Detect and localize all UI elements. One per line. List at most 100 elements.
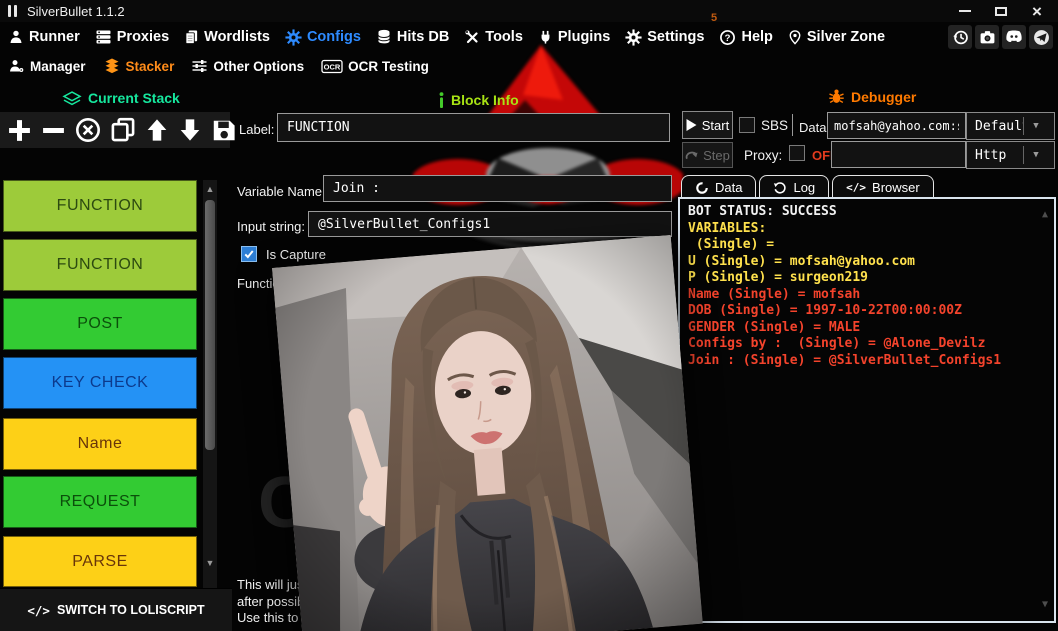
add-block-button[interactable]	[7, 118, 32, 143]
menu-proxies[interactable]: Proxies	[95, 29, 169, 45]
delete-block-button[interactable]	[75, 117, 101, 143]
submenu-stacker[interactable]: Stacker	[103, 58, 174, 74]
step-arrow-icon	[685, 151, 698, 160]
tab-label: Log	[793, 180, 816, 195]
stack-block-function[interactable]: FUNCTION	[3, 180, 197, 232]
start-button[interactable]: Start	[682, 111, 733, 139]
proxy-caption: Proxy:	[744, 148, 783, 163]
remove-block-button[interactable]	[41, 118, 66, 143]
debugger-title: Debugger	[851, 88, 917, 105]
menu-hits-db[interactable]: Hits DB	[376, 29, 449, 45]
console-scroll-up-icon[interactable]: ▲	[1042, 207, 1048, 224]
menu-label: Settings	[647, 29, 705, 45]
menu-runner[interactable]: Runner	[8, 29, 80, 45]
tab-data[interactable]: Data	[681, 175, 757, 199]
stack-block-name[interactable]: Name	[3, 418, 197, 470]
menu-label: Hits DB	[396, 29, 450, 45]
menu-wordlists[interactable]: Wordlists	[184, 29, 270, 45]
stack-block-function[interactable]: FUNCTION	[3, 239, 197, 291]
scroll-up-icon[interactable]: ▲	[203, 182, 217, 196]
stack-block-post[interactable]: POST	[3, 298, 197, 350]
sbs-label: SBS	[761, 118, 789, 133]
title-bar: SilverBullet 1.1.2 ×	[0, 0, 1058, 22]
tab-log[interactable]: Log	[759, 175, 830, 199]
move-up-button[interactable]	[145, 118, 169, 142]
label-input[interactable]	[277, 113, 670, 142]
console-line: U (Single) = mofsah@yahoo.com	[688, 253, 915, 269]
tab-browser[interactable]: </> Browser	[832, 175, 934, 199]
proxy-type-dropdown[interactable]: Http ▼	[966, 141, 1055, 169]
current-stack-header: Current Stack	[62, 90, 180, 106]
silverbullet-window: C SilverBullet 1.1.2 × Runner Proxies Wo…	[0, 0, 1058, 631]
stack-toolbar	[0, 112, 235, 148]
stack-block-parse[interactable]: PARSE	[3, 536, 197, 587]
runner-icon	[10, 30, 22, 43]
console-line: BOT STATUS: SUCCESS	[688, 204, 837, 219]
wordlist-type-dropdown[interactable]: Default ▼	[966, 112, 1055, 140]
info-icon	[439, 92, 444, 108]
submenu-label: Manager	[30, 58, 86, 74]
selfie-photo	[272, 234, 703, 631]
code-icon: </>	[27, 602, 50, 618]
submenu-manager[interactable]: Manager	[8, 58, 86, 74]
block-label: POST	[77, 315, 123, 332]
switch-to-loliscript-button[interactable]: </> SWITCH TO LOLISCRIPT	[0, 588, 232, 631]
stack-block-key-check[interactable]: KEY CHECK	[3, 357, 197, 409]
scrollbar-thumb[interactable]	[205, 200, 215, 450]
tab-label: Browser	[872, 180, 920, 195]
submenu-ocr-testing[interactable]: OCR OCR Testing	[321, 59, 429, 74]
save-stack-button[interactable]	[211, 118, 236, 143]
debugger-console[interactable]: BOT STATUS: SUCCESS VARIABLES: (Single) …	[678, 197, 1056, 623]
telegram-button[interactable]	[1029, 25, 1053, 49]
duplicate-block-button[interactable]	[110, 117, 136, 143]
svg-text:OCR: OCR	[324, 62, 341, 71]
discord-button[interactable]	[1002, 25, 1026, 49]
console-scroll-down-icon[interactable]: ▼	[1042, 597, 1048, 614]
step-label: Step	[703, 147, 730, 163]
move-down-icon	[180, 119, 200, 141]
label-caption: Label:	[239, 122, 275, 137]
sbs-checkbox[interactable]	[739, 117, 755, 133]
stack-block-list: FUNCTION FUNCTION POST KEY CHECK Name RE…	[0, 176, 232, 588]
menu-silver-zone[interactable]: Silver Zone	[788, 29, 885, 46]
layers-diamond-icon	[62, 90, 82, 105]
menu-plugins[interactable]: Plugins	[538, 29, 610, 45]
stack-block-request[interactable]: REQUEST	[3, 476, 197, 528]
maximize-button[interactable]	[990, 1, 1012, 21]
move-down-button[interactable]	[178, 118, 202, 142]
proxy-input[interactable]	[831, 141, 966, 168]
minimize-button[interactable]	[954, 1, 976, 21]
close-button[interactable]: ×	[1026, 1, 1048, 21]
switch-button-label: SWITCH TO LOLISCRIPT	[56, 603, 205, 617]
menu-settings[interactable]: Settings	[625, 28, 705, 46]
screenshot-button[interactable]	[975, 25, 999, 49]
console-line: GENDER (Single) = MALE	[688, 319, 861, 335]
input-string-input[interactable]	[308, 211, 672, 237]
chevron-down-icon: ▼	[1033, 150, 1039, 160]
submenu-other-options[interactable]: Other Options	[191, 58, 304, 74]
start-label: Start	[701, 117, 730, 133]
proxy-checkbox[interactable]	[789, 145, 805, 161]
menu-configs[interactable]: Configs	[285, 28, 361, 46]
refresh-circle-icon	[696, 181, 708, 194]
is-capture-checkbox[interactable]	[241, 246, 257, 262]
history-button[interactable]	[948, 25, 972, 49]
console-line: Join : (Single) = @SilverBullet_Configs1	[688, 352, 1002, 368]
block-info-title: Block Info	[451, 92, 519, 108]
tab-label: Data	[715, 180, 743, 195]
menu-tools[interactable]: Tools	[464, 29, 523, 45]
step-button[interactable]: Step	[682, 142, 733, 168]
menu-label: Silver Zone	[806, 29, 886, 45]
code-icon: </>	[846, 181, 867, 194]
stack-scrollbar[interactable]: ▲ ▼	[203, 180, 217, 588]
debug-data-input[interactable]	[827, 112, 966, 139]
menu-help[interactable]: ? Help	[719, 29, 773, 46]
database-icon	[377, 29, 390, 44]
scroll-down-icon[interactable]: ▼	[203, 556, 217, 570]
location-pin-icon	[789, 29, 801, 45]
console-line: DOB (Single) = 1997-10-22T00:00:00Z	[688, 303, 962, 318]
menu-label: Runner	[29, 29, 80, 45]
block-info-header: Block Info	[438, 92, 519, 108]
block-label: FUNCTION	[56, 256, 144, 273]
variable-name-input[interactable]	[323, 175, 672, 202]
